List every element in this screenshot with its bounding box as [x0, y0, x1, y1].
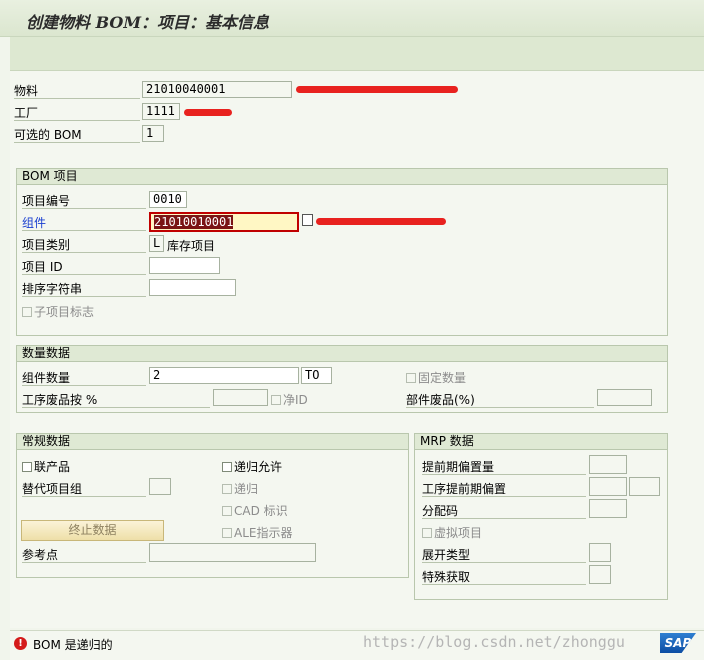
item-id-label: 项目 ID [22, 258, 146, 275]
checkbox-icon [222, 506, 232, 516]
checkbox-icon [406, 373, 416, 383]
lead-offset-label: 提前期偏置量 [422, 458, 586, 475]
redaction-scribble [316, 218, 446, 225]
item-id-field[interactable] [149, 257, 220, 274]
alt-group-field[interactable] [149, 478, 171, 495]
general-data-group-title: 常规数据 [17, 434, 408, 450]
dist-key-label: 分配码 [422, 502, 586, 519]
item-category-field[interactable]: L [149, 235, 164, 252]
item-number-field[interactable]: 0010 [149, 191, 187, 208]
sort-string-label: 排序字符串 [22, 280, 146, 297]
phantom-checkbox[interactable]: 虚拟项目 [422, 524, 482, 541]
redaction-scribble [184, 109, 232, 116]
watermark-text: https://blog.csdn.net/zhonggu [363, 633, 625, 651]
ale-label: ALE指示器 [234, 526, 293, 540]
page-title: 创建物料 BOM：项目：基本信息 [26, 13, 270, 32]
item-category-label: 项目类别 [22, 236, 146, 253]
ref-point-label: 参考点 [22, 546, 146, 563]
ale-checkbox[interactable]: ALE指示器 [222, 524, 292, 541]
coproduct-checkbox[interactable]: 联产品 [22, 458, 70, 475]
checkbox-icon [222, 484, 232, 494]
lead-offset-field[interactable] [589, 455, 627, 474]
subitem-checkbox[interactable]: 子项目标志 [22, 303, 94, 320]
item-category-desc: 库存项目 [167, 239, 216, 253]
fixed-qty-checkbox[interactable]: 固定数量 [406, 369, 466, 386]
checkbox-icon [271, 395, 281, 405]
recursive-allowed-checkbox[interactable]: 递归允许 [222, 458, 282, 475]
unit-field[interactable]: TO [301, 367, 332, 384]
coproduct-label: 联产品 [34, 460, 71, 474]
plant-field[interactable]: 1111 [142, 103, 180, 120]
cad-label: CAD 标识 [234, 504, 288, 518]
item-number-label: 项目编号 [22, 192, 146, 209]
component-scrap-label: 部件废品(%) [406, 391, 594, 408]
recursive-allowed-label: 递归允许 [234, 460, 283, 474]
op-scrap-field[interactable] [213, 389, 268, 406]
checkbox-icon [222, 528, 232, 538]
subitem-label: 子项目标志 [34, 305, 95, 319]
status-error-icon: ! [14, 635, 27, 650]
status-message[interactable]: BOM 是递归的 [33, 636, 113, 653]
dist-key-field[interactable] [589, 499, 627, 518]
application-toolbar [10, 37, 704, 71]
op-lead-offset-label: 工序提前期偏置 [422, 480, 586, 497]
sort-string-field[interactable] [149, 279, 236, 296]
net-id-checkbox[interactable]: 净ID [271, 391, 308, 408]
checkbox-icon [22, 307, 32, 317]
alt-bom-label: 可选的 BOM [14, 126, 140, 143]
op-lead-offset-unit-field[interactable] [629, 477, 660, 496]
special-proc-field[interactable] [589, 565, 611, 584]
alt-bom-field[interactable]: 1 [142, 125, 164, 142]
explosion-type-label: 展开类型 [422, 546, 586, 563]
alt-group-label: 替代项目组 [22, 480, 146, 497]
checkbox-icon [222, 462, 232, 472]
material-label: 物料 [14, 82, 140, 99]
phantom-label: 虚拟项目 [434, 526, 483, 540]
checkbox-icon [22, 462, 32, 472]
bom-item-group-title: BOM 项目 [17, 169, 667, 185]
component-qty-label: 组件数量 [22, 369, 146, 386]
checkbox-icon [422, 528, 432, 538]
plant-label: 工厂 [14, 104, 140, 121]
mrp-data-group-title: MRP 数据 [415, 434, 667, 450]
cad-checkbox[interactable]: CAD 标识 [222, 502, 288, 519]
special-proc-label: 特殊获取 [422, 568, 586, 585]
material-field[interactable]: 21010040001 [142, 81, 292, 98]
component-scrap-field[interactable] [597, 389, 652, 406]
component-qty-field[interactable]: 2 [149, 367, 299, 384]
explosion-type-field[interactable] [589, 543, 611, 562]
op-scrap-label: 工序废品按 % [22, 391, 210, 408]
component-field[interactable]: 21010010001 [149, 212, 299, 232]
copy-icon[interactable] [302, 214, 313, 226]
redaction-scribble [296, 86, 458, 93]
op-lead-offset-field[interactable] [589, 477, 627, 496]
recursive-checkbox[interactable]: 递归 [222, 480, 258, 497]
component-value: 21010010001 [154, 215, 234, 229]
fixed-qty-label: 固定数量 [418, 371, 467, 385]
component-label: 组件 [22, 214, 146, 231]
quantity-group-title: 数量数据 [17, 346, 667, 362]
net-id-label: 净ID [283, 393, 308, 407]
end-data-button[interactable]: 终止数据 [21, 520, 164, 541]
ref-point-field[interactable] [149, 543, 316, 562]
recursive-label: 递归 [234, 482, 259, 496]
